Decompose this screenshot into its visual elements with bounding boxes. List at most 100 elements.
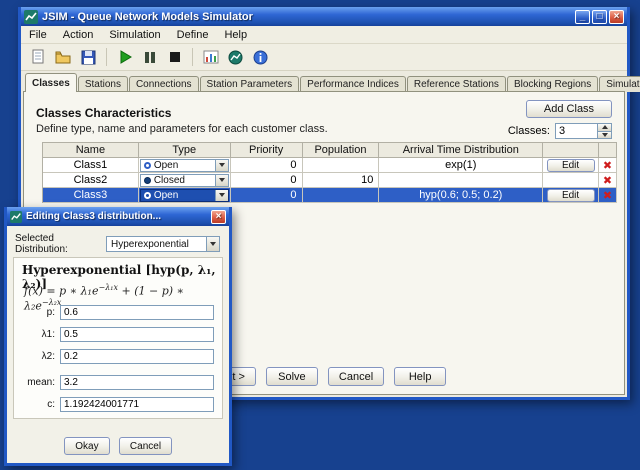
delete-cell: ✖	[599, 173, 617, 188]
chevron-up-icon	[602, 125, 608, 129]
lambda2-field-row: λ2:	[20, 348, 214, 364]
type-combo[interactable]: Closed	[140, 174, 229, 187]
new-button[interactable]	[27, 46, 50, 69]
priority-cell[interactable]: 0	[231, 158, 303, 173]
edit-distribution-button[interactable]: Edit	[547, 159, 595, 172]
delete-class-button[interactable]: ✖	[603, 160, 612, 171]
menu-item-define[interactable]: Define	[169, 28, 217, 42]
stop-button[interactable]	[163, 46, 186, 69]
p-field-row: p:	[20, 304, 214, 320]
about-icon	[253, 50, 268, 65]
solve-button[interactable]: Solve	[266, 367, 318, 386]
mean-input[interactable]	[60, 375, 214, 390]
spinner-down-button[interactable]	[597, 132, 612, 140]
edit-cell	[543, 173, 599, 188]
name-cell[interactable]: Class2	[43, 173, 139, 188]
dialog-cancel-button[interactable]: Cancel	[119, 437, 172, 455]
save-icon	[81, 50, 96, 65]
results-icon	[203, 50, 219, 64]
type-combo-value: Open	[154, 190, 215, 201]
open-icon	[55, 50, 72, 65]
header-edit	[543, 143, 599, 158]
selected-distribution-label: Selected Distribution:	[15, 233, 105, 255]
help-button[interactable]: Help	[394, 367, 446, 386]
classes-count-spinner[interactable]	[555, 123, 612, 139]
c-label: c:	[20, 399, 60, 410]
maximize-button[interactable]: □	[592, 10, 607, 24]
type-combo[interactable]: Open	[140, 189, 229, 202]
about-button[interactable]	[249, 46, 272, 69]
name-cell[interactable]: Class1	[43, 158, 139, 173]
pause-icon	[144, 51, 156, 64]
main-titlebar[interactable]: JSIM - Queue Network Models Simulator _ …	[21, 7, 627, 26]
population-cell[interactable]: 10	[303, 173, 380, 188]
priority-cell[interactable]: 0	[231, 173, 303, 188]
toolbar	[21, 44, 627, 71]
classes-table: Name Type Priority Population Arrival Ti…	[42, 142, 617, 203]
population-cell[interactable]	[303, 158, 380, 173]
pause-button[interactable]	[138, 46, 161, 69]
combo-arrow-button	[206, 237, 219, 251]
menubar: File Action Simulation Define Help	[21, 26, 627, 44]
name-cell[interactable]: Class3	[43, 188, 139, 203]
priority-cell[interactable]: 0	[231, 188, 303, 203]
population-cell[interactable]	[303, 188, 380, 203]
results-button[interactable]	[199, 46, 222, 69]
header-type: Type	[139, 143, 231, 158]
tab-connections[interactable]: Connections	[129, 76, 199, 92]
open-class-icon	[144, 162, 151, 169]
delete-class-button[interactable]: ✖	[603, 175, 612, 186]
p-input[interactable]	[60, 305, 214, 320]
classes-count-input[interactable]	[555, 123, 597, 139]
tab-classes[interactable]: Classes	[25, 73, 77, 92]
chevron-down-icon	[210, 242, 216, 246]
table-row[interactable]: Class2 Closed 0 10 ✖	[43, 173, 617, 188]
lambda1-input[interactable]	[60, 327, 214, 342]
table-row-selected[interactable]: Class3 Open 0 hyp(0.6; 0.5; 0.2) Edit ✖	[43, 188, 617, 203]
type-combo[interactable]: Open	[140, 159, 229, 172]
tab-station-parameters[interactable]: Station Parameters	[200, 76, 300, 92]
chevron-down-icon	[602, 133, 608, 137]
tab-simulation[interactable]: Simulation	[599, 76, 640, 92]
tab-reference-stations[interactable]: Reference Stations	[407, 76, 506, 92]
header-distribution: Arrival Time Distribution	[379, 143, 543, 158]
tab-stations[interactable]: Stations	[78, 76, 128, 92]
menu-item-action[interactable]: Action	[55, 28, 102, 42]
delete-class-button[interactable]: ✖	[603, 190, 612, 201]
header-population: Population	[303, 143, 380, 158]
type-cell: Open	[139, 188, 231, 203]
chevron-down-icon	[219, 178, 225, 182]
play-icon	[118, 50, 132, 64]
app-icon	[10, 211, 22, 223]
toolbar-separator	[106, 48, 107, 66]
add-class-button[interactable]: Add Class	[526, 100, 612, 118]
play-button[interactable]	[113, 46, 136, 69]
open-button[interactable]	[52, 46, 75, 69]
distribution-selector-row: Selected Distribution: Hyperexponential	[15, 236, 221, 252]
cancel-button[interactable]: Cancel	[328, 367, 384, 386]
edit-distribution-button[interactable]: Edit	[547, 189, 595, 202]
okay-button[interactable]: Okay	[64, 437, 110, 455]
spinner-up-button[interactable]	[597, 123, 612, 132]
tab-blocking-regions[interactable]: Blocking Regions	[507, 76, 598, 92]
stop-icon	[169, 51, 181, 63]
lambda2-label: λ2:	[20, 351, 60, 362]
dialog-close-button[interactable]: ×	[211, 210, 226, 224]
menu-item-file[interactable]: File	[21, 28, 55, 42]
lambda2-input[interactable]	[60, 349, 214, 364]
close-button[interactable]: ×	[609, 10, 624, 24]
save-button[interactable]	[77, 46, 100, 69]
tab-performance-indices[interactable]: Performance Indices	[300, 76, 406, 92]
minimize-button[interactable]: _	[575, 10, 590, 24]
distribution-combo[interactable]: Hyperexponential	[106, 236, 220, 252]
classes-count-label: Classes:	[508, 125, 550, 137]
table-row[interactable]: Class1 Open 0 exp(1) Edit ✖	[43, 158, 617, 173]
new-icon	[31, 49, 46, 65]
menu-item-simulation[interactable]: Simulation	[101, 28, 168, 42]
edit-cell: Edit	[543, 188, 599, 203]
dialog-titlebar[interactable]: Editing Class3 distribution... ×	[7, 207, 229, 226]
menu-item-help[interactable]: Help	[216, 28, 255, 42]
c-input[interactable]	[60, 397, 214, 412]
logo-icon	[228, 50, 243, 65]
logo-button[interactable]	[224, 46, 247, 69]
